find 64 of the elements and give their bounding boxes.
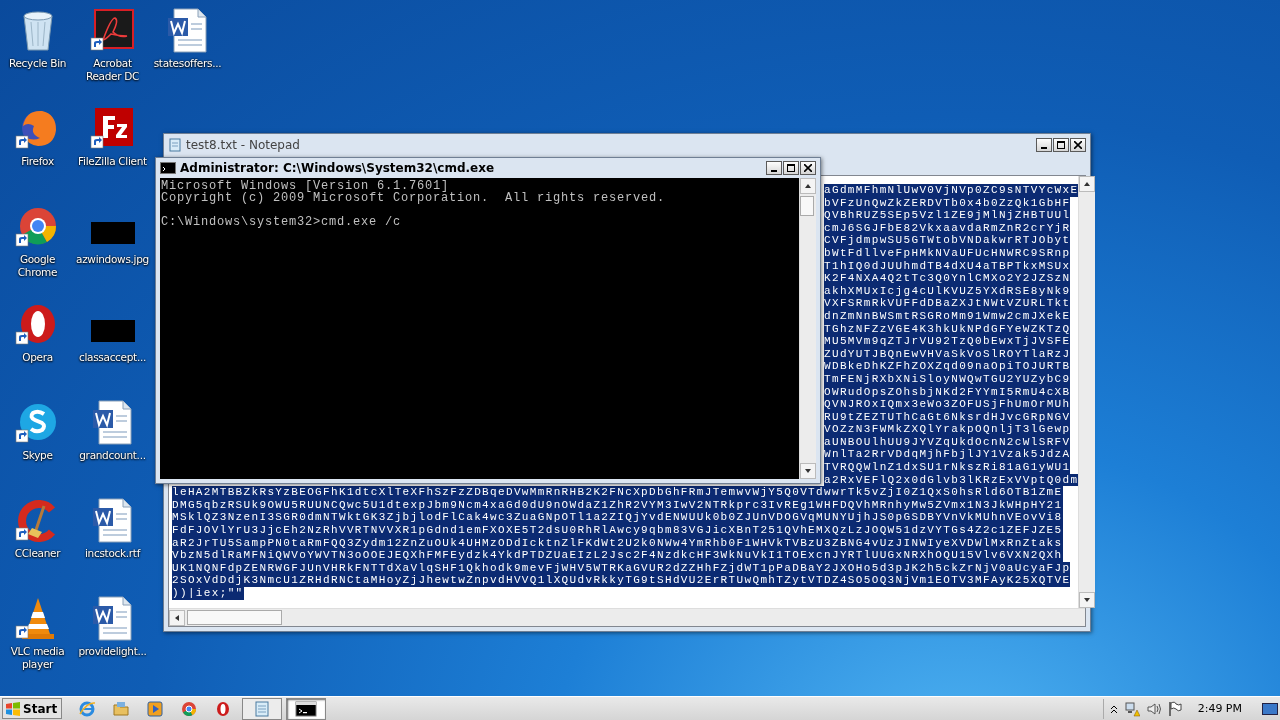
desktop-icon-label: Opera: [21, 351, 54, 364]
vertical-scrollbar[interactable]: [799, 178, 816, 479]
desktop-icon-label: grandcount...: [78, 449, 147, 462]
window-title: Administrator: C:\Windows\System32\cmd.exe: [180, 160, 496, 175]
scroll-up-button[interactable]: [1079, 176, 1096, 192]
minimize-button[interactable]: [766, 160, 782, 175]
console-icon: [295, 700, 318, 717]
start-button[interactable]: Start: [2, 698, 63, 719]
console-line: Microsoft Windows [Version 6.1.7601]: [161, 180, 450, 192]
vertical-scrollbar[interactable]: [1078, 176, 1096, 608]
window-title: test8.txt - Notepad: [186, 138, 301, 152]
maximize-button[interactable]: [1053, 138, 1069, 152]
scroll-thumb[interactable]: [800, 196, 814, 216]
up-arrow-icon: [804, 182, 812, 190]
desktop-icon-label: Skype: [21, 449, 54, 462]
maximize-icon: [1057, 141, 1065, 149]
close-button[interactable]: [800, 160, 816, 175]
pdf-icon[interactable]: [88, 6, 137, 54]
maximize-icon: [787, 163, 795, 172]
desktop-icon-label: CCleaner: [13, 547, 62, 560]
desktop-icon-label: VLC media player: [9, 645, 66, 671]
desktop-icon-label: Firefox: [20, 155, 55, 168]
desktop-icon-label: Recycle Bin: [7, 57, 68, 70]
scroll-down-button[interactable]: [1079, 592, 1096, 608]
console-line: C:\Windows\system32>cmd.exe /c: [161, 216, 403, 228]
folder-icon: [112, 699, 131, 718]
network-warning-icon[interactable]: [1123, 700, 1140, 717]
close-button[interactable]: [1070, 138, 1086, 152]
ie-icon: [78, 699, 97, 718]
up-arrow-icon: [1083, 180, 1092, 188]
clock[interactable]: 2:49 PM: [1197, 702, 1242, 715]
minimize-icon: [1041, 147, 1047, 149]
scroll-thumb[interactable]: [187, 610, 282, 625]
windows-logo-icon: [5, 700, 21, 717]
scroll-left-button[interactable]: [169, 609, 185, 626]
minimize-button[interactable]: [1036, 138, 1052, 152]
desktop-icon-label: FileZilla Client: [77, 155, 148, 168]
show-desktop-icon[interactable]: [1262, 701, 1278, 716]
down-arrow-icon: [804, 467, 812, 475]
notepad-icon: [168, 138, 182, 152]
desktop-icon-label: Acrobat Reader DC: [84, 57, 141, 83]
horizontal-scrollbar[interactable]: [169, 608, 1085, 626]
desktop-icon-label: incstock.rtf: [83, 547, 142, 560]
console-icon: [160, 161, 176, 174]
close-icon: [1074, 141, 1082, 149]
notepad-icon: [253, 699, 272, 718]
flag-icon[interactable]: [1167, 700, 1182, 717]
down-arrow-icon: [1083, 596, 1092, 604]
scroll-up-button[interactable]: [800, 178, 816, 194]
speaker-icon[interactable]: [1145, 700, 1162, 717]
taskbar-button[interactable]: [286, 697, 327, 720]
desktop-icon-label: azwindows.jpg: [75, 253, 150, 266]
desktop-icon-label: classaccept...: [77, 351, 148, 364]
maximize-button[interactable]: [783, 160, 799, 175]
desktop-icon-label: statesoffers...: [152, 57, 223, 70]
chevron-up-icon[interactable]: [1109, 703, 1118, 714]
minimize-icon: [771, 169, 777, 172]
desktop-icon-label: Google Chrome: [16, 253, 59, 279]
console-line: Copyright (c) 2009 Microsoft Corporation. All rights reserved.: [161, 192, 667, 204]
scroll-down-button[interactable]: [800, 463, 816, 479]
media-player-icon: [146, 699, 165, 718]
left-arrow-icon: [173, 613, 181, 622]
close-icon: [804, 163, 812, 172]
desktop-icon-label: providelight...: [77, 645, 148, 658]
